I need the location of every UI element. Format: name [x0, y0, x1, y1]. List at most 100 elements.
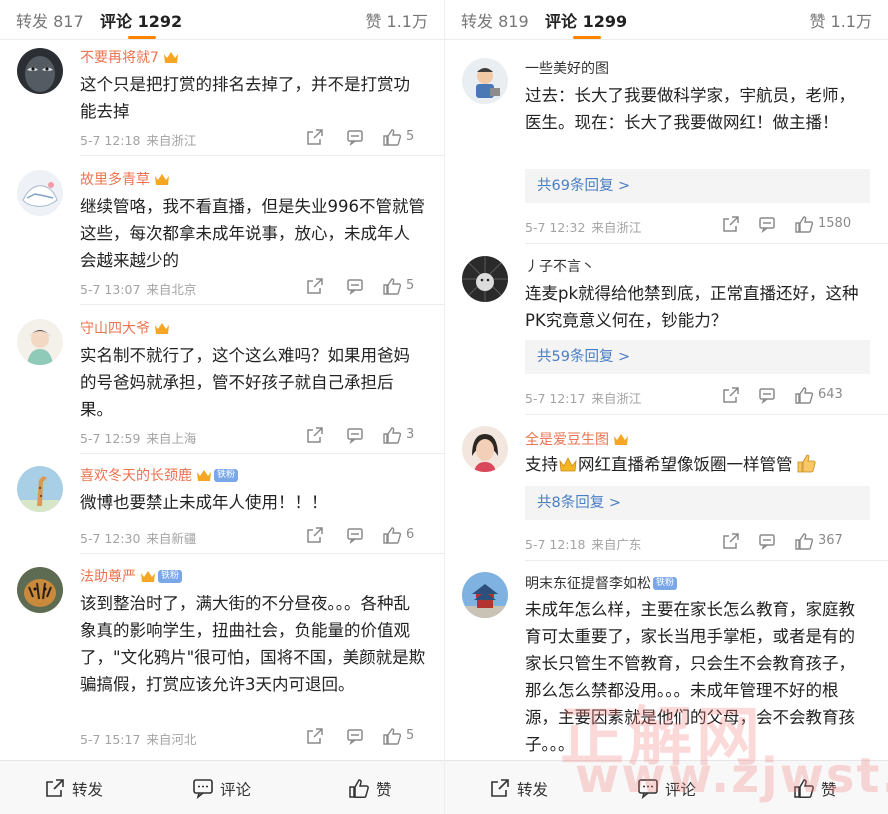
like-button[interactable]: 5: [382, 128, 414, 148]
tab-bar: 转发 817 评论 1292 赞 1.1万: [0, 0, 444, 40]
comment-time: 5-7 13:07: [80, 282, 141, 297]
share-icon: [491, 779, 509, 797]
username[interactable]: 全是爱豆生图: [525, 429, 629, 449]
comment-actions: 1580: [722, 215, 870, 235]
active-tab-indicator: [128, 36, 156, 39]
crown-badge-icon: [613, 432, 629, 446]
like-button[interactable]: 643: [794, 386, 843, 406]
avatar[interactable]: [462, 572, 508, 618]
divider: [525, 560, 888, 561]
share-icon[interactable]: [306, 426, 324, 446]
username[interactable]: 法助尊严 铁粉: [80, 566, 183, 586]
comment-meta: 5-7 15:17 来自河北: [80, 729, 196, 748]
repost-label: 转发: [72, 781, 104, 799]
like-count: 1580: [818, 216, 852, 231]
divider: [80, 553, 444, 554]
comment-label: 评论: [665, 781, 697, 799]
divider: [525, 414, 888, 415]
avatar[interactable]: [462, 256, 508, 302]
username[interactable]: 守山四大爷: [80, 318, 170, 338]
tab-comment[interactable]: 评论 1292: [100, 8, 182, 32]
username[interactable]: 一些美好的图: [525, 58, 609, 78]
comment-icon[interactable]: [346, 727, 364, 747]
like-button[interactable]: 5: [382, 727, 414, 747]
like-count: 5: [406, 278, 415, 293]
username[interactable]: 明末东征提督李如松 铁粉: [525, 573, 678, 593]
share-icon[interactable]: [722, 215, 740, 235]
bottom-action-bar: 转发 评论 赞: [0, 760, 444, 814]
tab-comment[interactable]: 评论 1299: [545, 8, 627, 32]
share-icon[interactable]: [306, 128, 324, 148]
like-button[interactable]: 6: [382, 526, 414, 546]
like-button[interactable]: 5: [382, 277, 414, 297]
share-icon[interactable]: [306, 277, 324, 297]
like-label: 赞: [376, 781, 392, 799]
comment-text: 该到整治时了，满大街的不分昼夜。。。各种乱象真的影响学生，扭曲社会，负能量的价值…: [80, 594, 426, 694]
share-icon[interactable]: [722, 532, 740, 552]
comment-icon[interactable]: [346, 128, 364, 148]
divider: [525, 243, 888, 244]
comment-source: 来自河北: [146, 732, 197, 747]
comment-icon[interactable]: [346, 426, 364, 446]
tab-repost[interactable]: 转发 817: [16, 8, 84, 32]
comment-icon[interactable]: [758, 215, 776, 235]
view-replies-link[interactable]: 共8条回复 >: [525, 486, 870, 520]
crown-badge-icon: [163, 50, 179, 64]
comment-meta: 5-7 12:59 来自上海: [80, 428, 196, 447]
share-icon[interactable]: [722, 386, 740, 406]
comment-meta: 5-7 12:17 来自浙江: [525, 388, 641, 407]
comment-meta: 5-7 12:32 来自浙江: [525, 217, 641, 236]
comment-text: 实名制不就行了，这个这么难吗？如果用爸妈的号爸妈就承担，管不好孩子就自己承担后果…: [80, 346, 410, 419]
divider: [80, 453, 444, 454]
comment-icon: [638, 779, 658, 799]
like-button[interactable]: 3: [382, 426, 414, 446]
view-replies-link[interactable]: 共59条回复 >: [525, 340, 870, 374]
comment-actions: 367: [722, 532, 870, 552]
avatar[interactable]: [462, 426, 508, 472]
crown-badge-icon: [154, 321, 170, 335]
avatar[interactable]: [17, 319, 63, 365]
comment-icon[interactable]: [346, 526, 364, 546]
comment-text: 微博也要禁止未成年人使用！！！: [80, 493, 328, 512]
right-comment-panel: 转发 819 评论 1299 赞 1.1万 一些美好的图 过去：长大了我要做科学…: [444, 0, 888, 814]
repost-label: 转发: [517, 781, 549, 799]
comment-source: 来自浙江: [146, 133, 197, 148]
avatar[interactable]: [17, 567, 63, 613]
comment-text: 过去：长大了我要做科学家，宇航员，老师，医生。现在：长大了我要做网红！做主播！: [525, 86, 855, 132]
tab-like[interactable]: 赞 1.1万: [365, 8, 428, 32]
crown-badge-icon: [154, 172, 170, 186]
share-icon[interactable]: [306, 727, 324, 747]
comment-icon: [193, 779, 213, 799]
like-button[interactable]: 1580: [794, 215, 851, 235]
comment-time: 5-7 12:17: [525, 391, 586, 406]
username[interactable]: 喜欢冬天的长颈鹿 铁粉: [80, 465, 239, 485]
avatar[interactable]: [462, 58, 508, 104]
avatar[interactable]: [17, 48, 63, 94]
comment-meta: 5-7 13:07 来自北京: [80, 279, 196, 298]
username[interactable]: 故里多青草: [80, 169, 170, 189]
comment-time: 5-7 12:30: [80, 531, 141, 546]
tab-like[interactable]: 赞 1.1万: [809, 8, 872, 32]
thumbs-up-icon: [794, 779, 814, 798]
view-replies-link[interactable]: 共69条回复 >: [525, 169, 870, 203]
comment-source: 来自广东: [591, 537, 642, 552]
comment-text: 支持 网红直播希望像饭圈一样管管: [525, 451, 870, 478]
avatar[interactable]: [17, 170, 63, 216]
comment-time: 5-7 12:59: [80, 431, 141, 446]
username[interactable]: 丿子不言丶: [525, 256, 595, 276]
tab-repost[interactable]: 转发 819: [461, 8, 529, 32]
username[interactable]: 不要再将就7: [80, 47, 179, 67]
comment-icon[interactable]: [758, 532, 776, 552]
comment-text: 继续管咯，我不看直播，但是失业996不管就管这些，每次都拿未成年说事，放心，未成…: [80, 197, 425, 270]
avatar[interactable]: [17, 466, 63, 512]
comment-actions: 643: [722, 386, 870, 406]
comment-time: 5-7 12:18: [525, 537, 586, 552]
comment-icon[interactable]: [758, 386, 776, 406]
share-icon[interactable]: [306, 526, 324, 546]
comment-actions: 5: [306, 128, 426, 148]
comment-icon[interactable]: [346, 277, 364, 297]
comment-text: 未成年怎么样，主要在家长怎么教育，家庭教育可太重要了，家长当甩手掌柜，或者是有的…: [525, 600, 855, 754]
comment-time: 5-7 12:18: [80, 133, 141, 148]
left-comment-panel: 转发 817 评论 1292 赞 1.1万 不要再将就7 这个只是把打赏的排名去…: [0, 0, 444, 814]
like-button[interactable]: 367: [794, 532, 843, 552]
